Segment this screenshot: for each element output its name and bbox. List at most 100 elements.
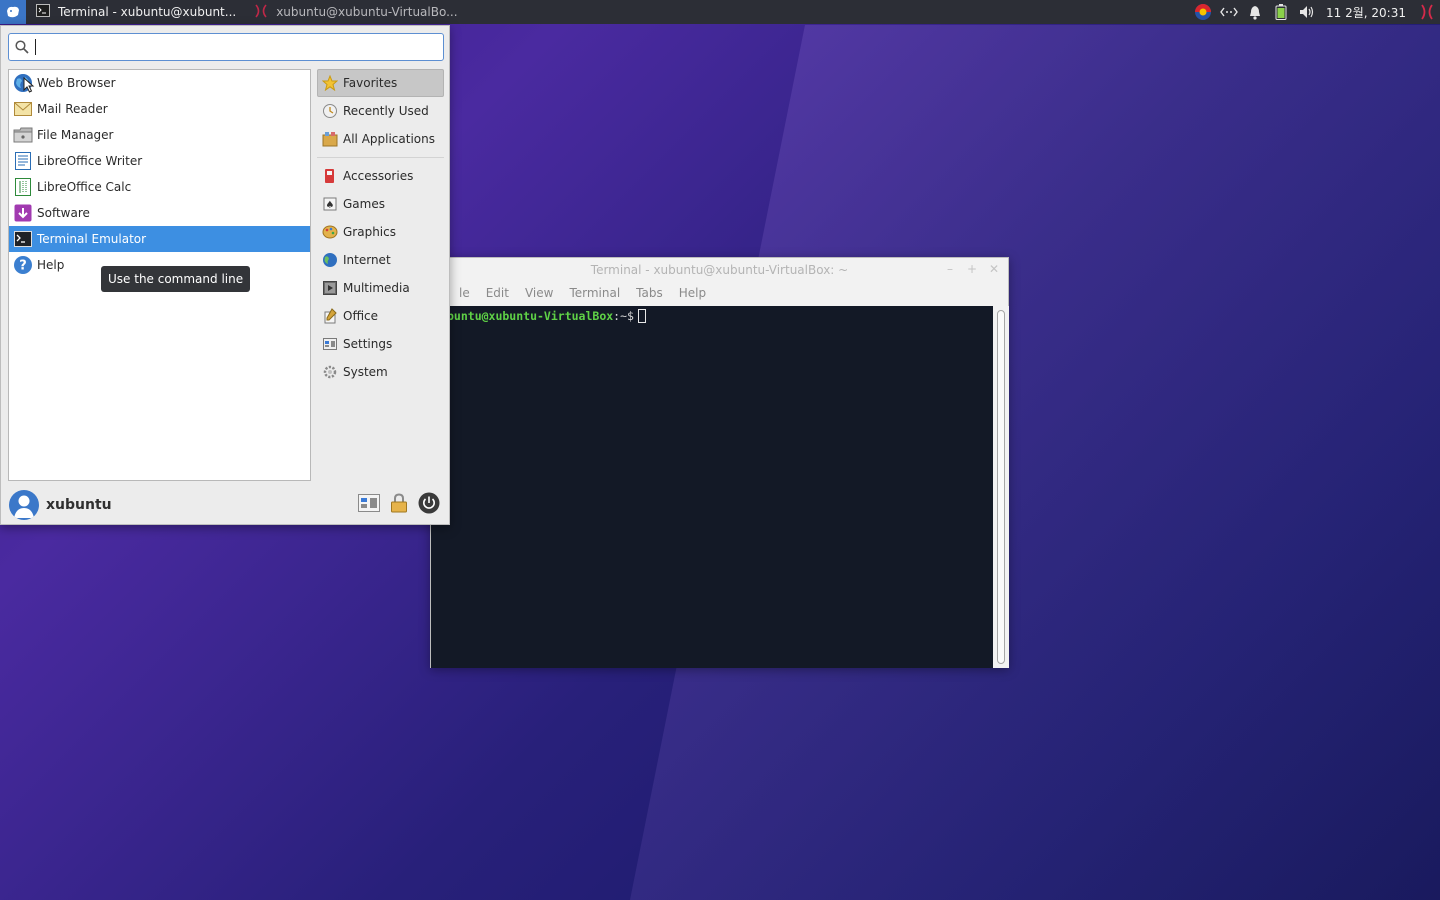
app-label: Help — [37, 258, 65, 272]
power-button[interactable] — [418, 492, 440, 514]
xfce-icon — [254, 3, 268, 21]
menu-edit[interactable]: Edit — [478, 286, 517, 300]
graphics-icon — [321, 223, 339, 241]
user-icon — [14, 495, 34, 518]
taskbar-item-terminal[interactable]: Terminal - xubuntu@xubunt... — [26, 0, 244, 24]
app-libreoffice-calc[interactable]: LibreOffice Calc — [9, 174, 310, 200]
category-label: All Applications — [343, 132, 435, 146]
category-settings[interactable]: Settings — [317, 330, 444, 358]
category-label: System — [343, 365, 388, 379]
multimedia-icon — [321, 279, 339, 297]
category-multimedia[interactable]: Multimedia — [317, 274, 444, 302]
app-mail-reader[interactable]: Mail Reader — [9, 96, 310, 122]
avatar[interactable] — [9, 490, 39, 520]
star-icon — [321, 74, 339, 92]
text-cursor — [637, 309, 646, 323]
terminal-screen[interactable]: buntu@xubuntu-VirtualBox:~$ — [431, 306, 993, 668]
terminal-icon — [13, 229, 33, 249]
category-favorites[interactable]: Favorites — [317, 69, 444, 97]
category-label: Multimedia — [343, 281, 410, 295]
app-terminal-emulator[interactable]: Terminal Emulator — [9, 226, 310, 252]
system-icon — [321, 363, 339, 381]
internet-icon — [321, 251, 339, 269]
terminal-titlebar[interactable]: Terminal - xubuntu@xubuntu-VirtualBox: ~… — [431, 258, 1008, 282]
menu-tabs[interactable]: Tabs — [628, 286, 671, 300]
category-graphics[interactable]: Graphics — [317, 218, 444, 246]
terminal-icon — [36, 4, 50, 20]
app-libreoffice-writer[interactable]: LibreOffice Writer — [9, 148, 310, 174]
app-label: Software — [37, 206, 90, 220]
username: xubuntu — [46, 497, 112, 513]
category-separator — [317, 157, 444, 158]
lock-screen-button[interactable] — [388, 492, 410, 514]
footer-buttons — [358, 492, 440, 514]
minimize-icon[interactable]: – — [942, 262, 958, 276]
mouse-pointer-icon — [23, 77, 35, 93]
category-list: Favorites Recently Used All Applications… — [317, 69, 444, 386]
svg-text:♠: ♠ — [326, 200, 335, 211]
close-icon[interactable]: ✕ — [986, 262, 1002, 276]
category-accessories[interactable]: Accessories — [317, 162, 444, 190]
category-label: Internet — [343, 253, 391, 267]
category-office[interactable]: Office — [317, 302, 444, 330]
category-label: Recently Used — [343, 104, 429, 118]
window-controls: – + ✕ — [942, 262, 1002, 276]
libreoffice-calc-icon — [13, 177, 33, 197]
category-label: Office — [343, 309, 379, 323]
app-label: Terminal Emulator — [37, 232, 147, 246]
category-label: Graphics — [343, 225, 396, 239]
menu-help[interactable]: Help — [671, 286, 714, 300]
office-icon — [321, 307, 339, 325]
app-software[interactable]: Software — [9, 200, 310, 226]
system-tray: 11 2월, 20:31 — [1190, 0, 1440, 24]
app-label: Web Browser — [37, 76, 116, 90]
power-icon — [418, 492, 440, 514]
menu-file[interactable]: le — [451, 286, 478, 300]
settings-manager-button[interactable] — [358, 492, 380, 514]
menu-view[interactable]: View — [517, 286, 561, 300]
prompt-path: :~$ — [613, 309, 634, 323]
category-label: Accessories — [343, 169, 414, 183]
whisker-menu-button[interactable] — [0, 0, 26, 24]
terminal-scrollbar[interactable] — [993, 306, 1009, 668]
category-all-applications[interactable]: All Applications — [317, 125, 444, 153]
app-label: File Manager — [37, 128, 114, 142]
input-method-icon[interactable] — [1190, 0, 1216, 24]
taskbar-item-desktop[interactable]: xubuntu@xubuntu-VirtualBo... — [244, 0, 465, 24]
settings-icon — [321, 335, 339, 353]
maximize-icon[interactable]: + — [964, 262, 980, 276]
top-panel: Terminal - xubuntu@xubunt... xubuntu@xub… — [0, 0, 1440, 24]
applications-icon — [321, 130, 339, 148]
category-system[interactable]: System — [317, 358, 444, 386]
xfce-logout-icon[interactable] — [1414, 0, 1440, 24]
text-caret — [35, 39, 36, 55]
menu-terminal[interactable]: Terminal — [561, 286, 628, 300]
network-icon[interactable] — [1216, 0, 1242, 24]
notification-bell-icon[interactable] — [1242, 0, 1268, 24]
libreoffice-writer-icon — [13, 151, 33, 171]
search-box[interactable] — [8, 33, 444, 61]
tooltip: Use the command line — [101, 266, 251, 292]
prompt-user: buntu@xubuntu-VirtualBox — [447, 309, 614, 323]
accessories-icon — [321, 167, 339, 185]
scrollbar-thumb[interactable] — [997, 310, 1005, 664]
category-label: Games — [343, 197, 385, 211]
volume-icon[interactable] — [1294, 0, 1320, 24]
clock[interactable]: 11 2월, 20:31 — [1320, 4, 1414, 21]
category-internet[interactable]: Internet — [317, 246, 444, 274]
terminal-window: Terminal - xubuntu@xubuntu-VirtualBox: ~… — [430, 257, 1009, 668]
help-icon: ? — [13, 255, 33, 275]
search-icon — [15, 40, 29, 54]
settings-manager-icon — [358, 494, 380, 512]
app-file-manager[interactable]: File Manager — [9, 122, 310, 148]
category-label: Favorites — [343, 76, 398, 90]
category-games[interactable]: ♠ Games — [317, 190, 444, 218]
app-web-browser[interactable]: Web Browser — [9, 70, 310, 96]
app-label: LibreOffice Calc — [37, 180, 132, 194]
file-manager-icon — [13, 125, 33, 145]
software-icon — [13, 203, 33, 223]
category-recently-used[interactable]: Recently Used — [317, 97, 444, 125]
app-label: LibreOffice Writer — [37, 154, 143, 168]
battery-icon[interactable] — [1268, 0, 1294, 24]
search-input[interactable] — [42, 36, 443, 58]
